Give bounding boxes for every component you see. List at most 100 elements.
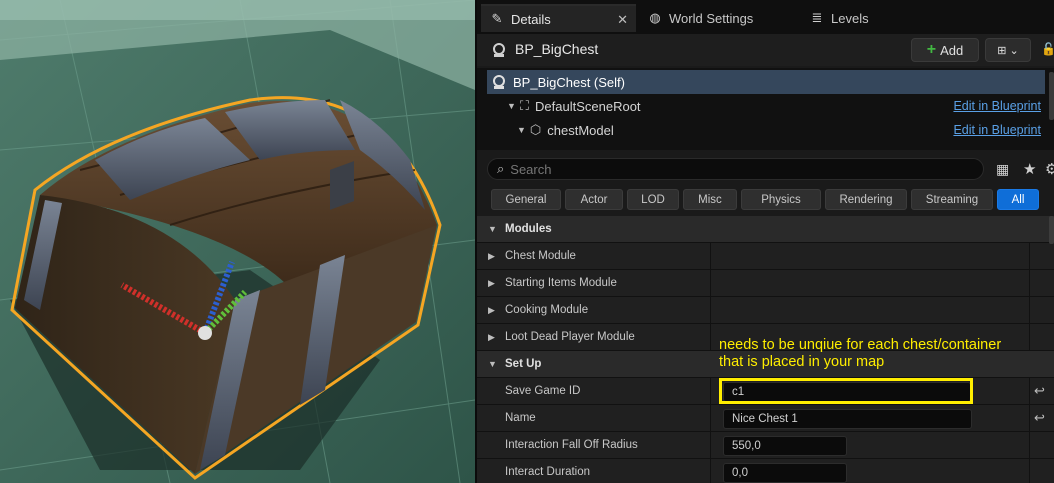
category-label: Modules [505, 223, 552, 235]
tab-world-settings[interactable]: ◍ World Settings [647, 4, 787, 32]
property-row[interactable]: Name ↩ [477, 405, 1054, 432]
pencil-icon: ✎ [491, 11, 503, 26]
reset-to-default-icon[interactable]: ↩ [1034, 410, 1045, 426]
globe-icon: ◍ [649, 10, 661, 25]
property-label: Name [505, 412, 536, 424]
search-box[interactable]: ⌕ [487, 158, 984, 180]
column-divider[interactable] [710, 297, 711, 324]
filter-streaming[interactable]: Streaming [911, 189, 993, 210]
search-input[interactable] [510, 161, 951, 177]
details-header: BP_BigChest + Add ⊞ ⌄ 🔓 [477, 34, 1054, 66]
tab-levels-label: Levels [831, 10, 869, 26]
filter-lod[interactable]: LOD [627, 189, 679, 210]
viewport-scene [0, 0, 475, 483]
property-label: Cooking Module [505, 304, 589, 316]
expand-arrow-icon[interactable]: ▶ [488, 332, 495, 343]
tab-details-label: Details [511, 11, 551, 27]
column-divider[interactable] [710, 378, 711, 405]
property-label: Interaction Fall Off Radius [505, 439, 638, 451]
star-icon[interactable]: ★ [1023, 160, 1036, 178]
filter-rendering[interactable]: Rendering [825, 189, 907, 210]
property-scrollbar[interactable] [1049, 216, 1054, 244]
filter-physics[interactable]: Physics [741, 189, 821, 210]
tree-item-defaultsceneroot[interactable]: ▼ ⛶ DefaultSceneRoot Edit in Blueprint [487, 94, 1045, 118]
level-viewport[interactable] [0, 0, 475, 483]
expand-arrow-icon[interactable]: ▶ [488, 305, 495, 316]
blueprint-actor-icon [493, 43, 505, 57]
blueprint-actor-icon [493, 75, 505, 89]
panel-tab-bar: ✎ Details ✕ ◍ World Settings ≣ Levels [477, 0, 1054, 34]
levels-icon: ≣ [811, 10, 823, 25]
column-divider[interactable] [710, 459, 711, 483]
column-divider [1029, 297, 1030, 324]
reset-to-default-icon[interactable]: ↩ [1034, 383, 1045, 399]
edit-in-blueprint-link[interactable]: Edit in Blueprint [953, 99, 1041, 113]
tree-item-self[interactable]: BP_BigChest (Self) [487, 70, 1045, 94]
property-label: Interact Duration [505, 466, 591, 478]
column-divider[interactable] [710, 270, 711, 297]
property-label: Loot Dead Player Module [505, 331, 635, 343]
add-button-label: Add [940, 42, 964, 58]
tree-item-chestmodel[interactable]: ▼ ⬡ chestModel Edit in Blueprint [487, 118, 1045, 142]
name-field[interactable] [723, 409, 972, 429]
property-row[interactable]: ▶ Cooking Module [477, 297, 1054, 324]
expand-arrow-icon[interactable]: ▶ [488, 251, 495, 262]
tree-item-label: DefaultSceneRoot [535, 98, 641, 114]
property-label: Save Game ID [505, 385, 581, 397]
expand-arrow-icon[interactable]: ▶ [488, 278, 495, 289]
property-row[interactable]: Interact Duration [477, 459, 1054, 483]
expand-arrow-icon[interactable]: ▼ [488, 224, 497, 234]
collapse-arrow-icon[interactable]: ▼ [517, 125, 526, 135]
property-row[interactable]: Interaction Fall Off Radius [477, 432, 1054, 459]
column-divider[interactable] [710, 324, 711, 351]
hierarchy-icon: ⊞ ⌄ [997, 44, 1019, 57]
blueprint-options-button[interactable]: ⊞ ⌄ [985, 38, 1031, 62]
column-divider [1029, 432, 1030, 459]
tab-world-settings-label: World Settings [669, 10, 754, 26]
add-component-button[interactable]: + Add [911, 38, 979, 62]
property-label: Chest Module [505, 250, 576, 262]
column-divider[interactable] [710, 243, 711, 270]
plus-icon: + [926, 41, 937, 58]
annotation-note: needs to be unqiue for each chest/contai… [719, 337, 1039, 371]
gear-icon[interactable]: ⚙ [1045, 160, 1054, 178]
column-divider [1029, 405, 1030, 432]
filter-general[interactable]: General [491, 189, 561, 210]
property-matrix-icon[interactable]: ▦ [996, 161, 1009, 178]
tab-details[interactable]: ✎ Details ✕ [481, 4, 636, 32]
component-tree: BP_BigChest (Self) ▼ ⛶ DefaultSceneRoot … [477, 68, 1054, 150]
collapse-arrow-icon[interactable]: ▼ [507, 101, 516, 111]
property-label: Starting Items Module [505, 277, 617, 289]
annotation-line: needs to be unqiue for each chest/contai… [719, 337, 1002, 353]
search-icon: ⌕ [497, 161, 505, 176]
filter-actor[interactable]: Actor [565, 189, 623, 210]
filter-misc[interactable]: Misc [683, 189, 737, 210]
scene-root-icon: ⛶ [519, 98, 530, 113]
category-label: Set Up [505, 358, 542, 370]
column-divider [1029, 378, 1030, 405]
tab-levels[interactable]: ≣ Levels [809, 4, 899, 32]
page-title: BP_BigChest [515, 41, 599, 57]
fall-off-radius-field[interactable] [723, 436, 847, 456]
column-divider [1029, 270, 1030, 297]
expand-arrow-icon[interactable]: ▼ [488, 359, 497, 369]
annotation-line: that is placed in your map [719, 354, 885, 370]
tree-scrollbar[interactable] [1049, 72, 1054, 120]
property-row[interactable]: ▶ Chest Module [477, 243, 1054, 270]
interact-duration-field[interactable] [723, 463, 847, 483]
column-divider[interactable] [710, 405, 711, 432]
column-divider [1029, 243, 1030, 270]
tree-item-label: chestModel [547, 122, 614, 138]
lock-icon[interactable]: 🔓 [1041, 42, 1054, 56]
filter-all[interactable]: All [997, 189, 1039, 210]
category-modules[interactable]: ▼ Modules [477, 216, 1054, 243]
edit-in-blueprint-link[interactable]: Edit in Blueprint [953, 123, 1041, 137]
column-divider [1029, 459, 1030, 483]
close-icon[interactable]: ✕ [617, 12, 628, 28]
static-mesh-icon: ⬡ [529, 122, 542, 137]
tree-item-label: BP_BigChest (Self) [513, 74, 625, 90]
column-divider[interactable] [710, 432, 711, 459]
property-row[interactable]: ▶ Starting Items Module [477, 270, 1054, 297]
details-panel: ✎ Details ✕ ◍ World Settings ≣ Levels BP… [475, 0, 1054, 483]
annotation-highlight-box [719, 378, 973, 404]
